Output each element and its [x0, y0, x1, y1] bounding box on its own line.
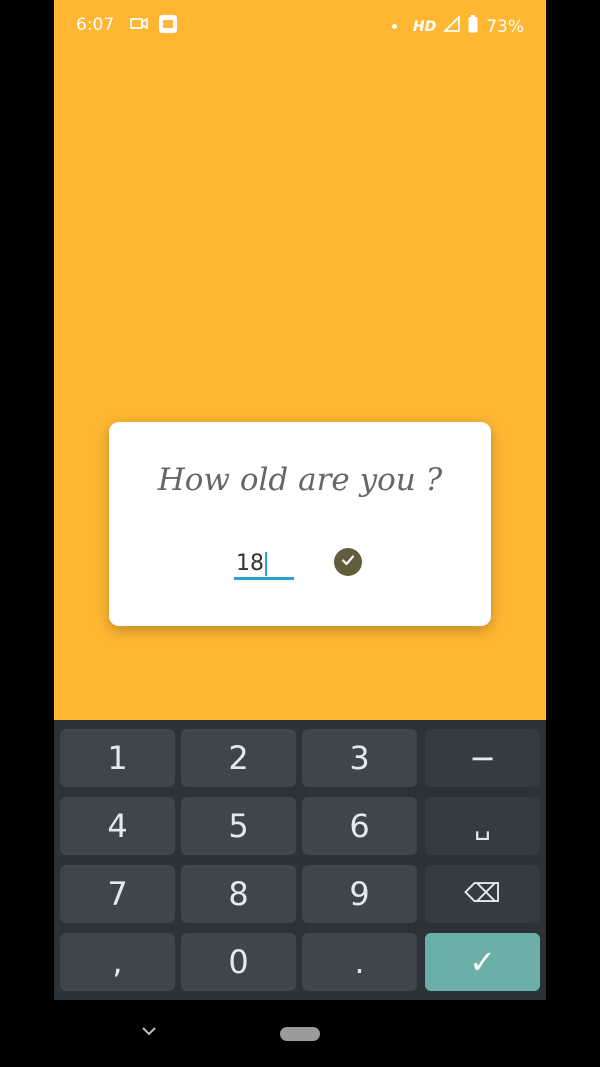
- video-camera-icon: [130, 14, 148, 37]
- check-icon: ✓: [469, 943, 496, 981]
- nav-back-button[interactable]: [140, 1022, 158, 1041]
- status-bar: 6:07 HD 73%: [54, 0, 546, 50]
- chevron-down-icon: [140, 1022, 158, 1041]
- key-minus[interactable]: −: [425, 729, 540, 787]
- key-1[interactable]: 1: [60, 729, 175, 787]
- battery-percent: 73%: [486, 16, 524, 37]
- key-enter[interactable]: ✓: [425, 933, 540, 991]
- key-4[interactable]: 4: [60, 797, 175, 855]
- signal-icon: [443, 14, 461, 37]
- key-space[interactable]: ␣: [425, 797, 540, 855]
- numeric-keyboard: 1 2 3 − 4 5 6 ␣ 7 8 9 ⌫ , 0 . ✓: [54, 720, 546, 1000]
- key-backspace[interactable]: ⌫: [425, 865, 540, 923]
- key-comma[interactable]: ,: [60, 933, 175, 991]
- check-circle-icon: [340, 552, 356, 572]
- text-cursor: [265, 552, 267, 576]
- dot-icon: [391, 24, 397, 29]
- confirm-button[interactable]: [334, 548, 362, 576]
- key-9[interactable]: 9: [302, 865, 417, 923]
- key-period[interactable]: .: [302, 933, 417, 991]
- status-right-group: HD 73%: [391, 14, 524, 38]
- dialog-title: How old are you ?: [157, 462, 443, 498]
- app-screen: 6:07 HD 73% How old are you ? 18 1 2 3 −…: [54, 0, 546, 1000]
- age-input[interactable]: 18: [234, 551, 294, 580]
- status-time: 6:07: [76, 15, 115, 35]
- key-8[interactable]: 8: [181, 865, 296, 923]
- nav-home-button[interactable]: [280, 1027, 320, 1041]
- key-2[interactable]: 2: [181, 729, 296, 787]
- key-7[interactable]: 7: [60, 865, 175, 923]
- age-dialog: How old are you ? 18: [109, 422, 491, 626]
- key-0[interactable]: 0: [181, 933, 296, 991]
- key-6[interactable]: 6: [302, 797, 417, 855]
- key-3[interactable]: 3: [302, 729, 417, 787]
- battery-icon: [468, 15, 478, 38]
- key-5[interactable]: 5: [181, 797, 296, 855]
- notification-app-icon: [158, 14, 178, 39]
- age-input-value: 18: [236, 551, 264, 576]
- network-label: HD: [412, 18, 437, 35]
- backspace-icon: ⌫: [464, 879, 501, 909]
